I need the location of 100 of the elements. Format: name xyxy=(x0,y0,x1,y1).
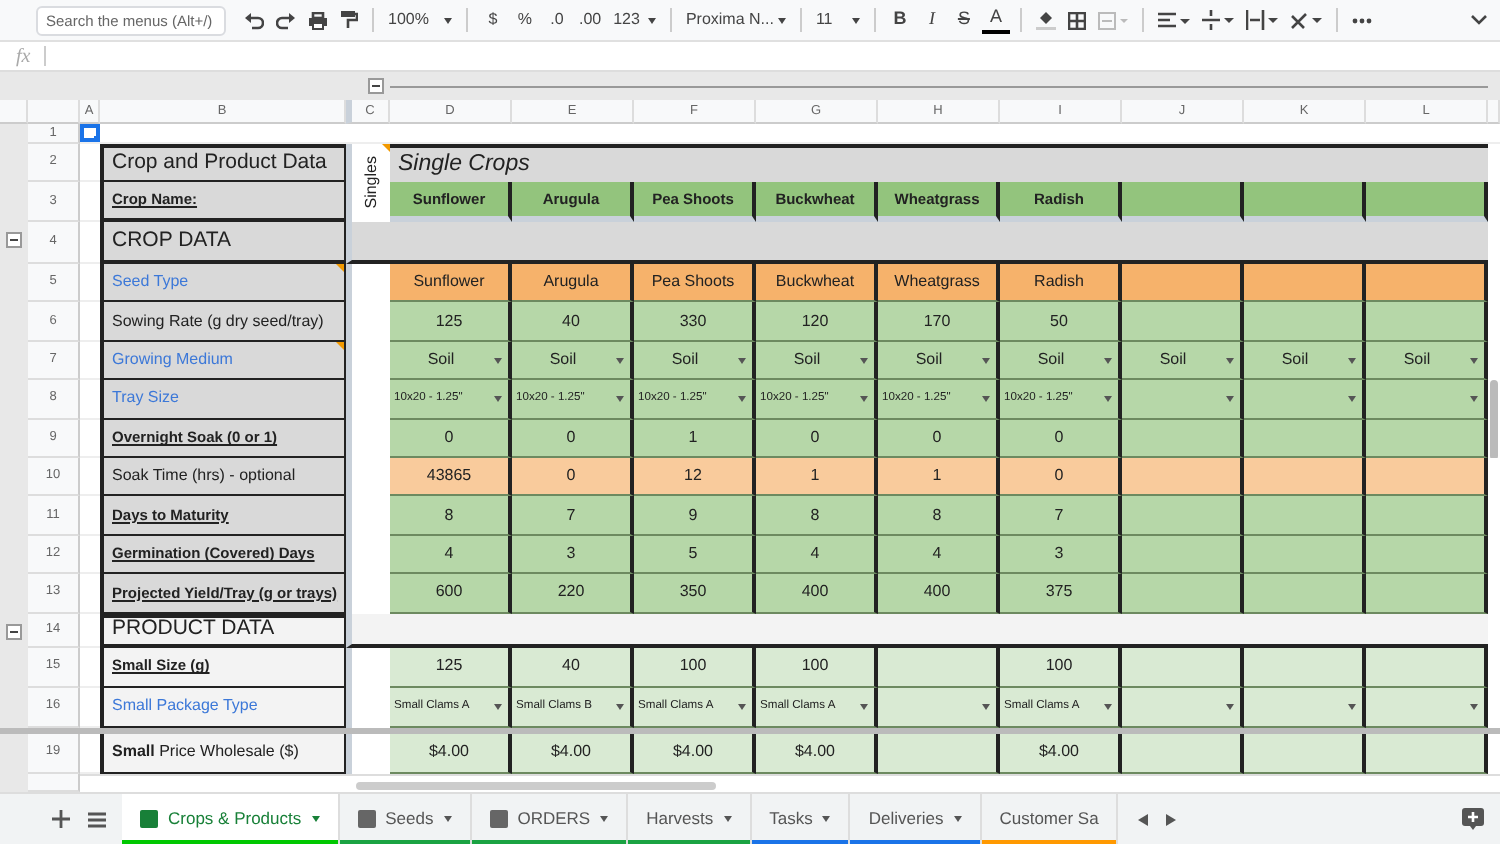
undo-icon[interactable] xyxy=(244,11,264,29)
vertical-align-icon[interactable] xyxy=(1201,10,1234,30)
more-icon[interactable] xyxy=(1351,17,1372,23)
dropdown-caret-icon[interactable] xyxy=(1470,357,1478,364)
caret-icon xyxy=(822,816,831,823)
font-dropdown[interactable]: Proxima N... xyxy=(681,5,790,35)
scrollbar-thumb[interactable] xyxy=(1490,379,1498,460)
dropdown-cell[interactable]: Soil xyxy=(756,341,878,381)
dropdown-cell[interactable]: Soil xyxy=(390,341,512,381)
dropdown-cell[interactable]: Soil xyxy=(512,341,634,381)
table-cell: 1 xyxy=(756,457,878,497)
table-cell: 12 xyxy=(634,457,756,497)
dropdown-caret-icon[interactable] xyxy=(1104,396,1112,403)
dropdown-caret-icon[interactable] xyxy=(1470,396,1478,403)
fill-color-icon[interactable] xyxy=(1035,10,1056,30)
dropdown-cell[interactable]: Soil xyxy=(634,341,756,381)
table-cell: 350 xyxy=(634,574,756,614)
horizontal-scrollbar-thumb[interactable] xyxy=(356,781,716,790)
explore-icon[interactable] xyxy=(1462,808,1484,831)
dropdown-caret-icon[interactable] xyxy=(1348,357,1356,364)
increase-decimals-button[interactable]: .00 xyxy=(574,5,606,35)
italic-button[interactable]: I xyxy=(917,5,946,35)
dropdown-cell[interactable] xyxy=(1122,687,1244,728)
sheet-tab[interactable]: ORDERS xyxy=(471,793,629,844)
borders-icon[interactable] xyxy=(1067,11,1086,29)
strikethrough-button[interactable]: S xyxy=(949,5,978,35)
collapse-group-icon[interactable] xyxy=(6,232,22,248)
all-sheets-icon[interactable] xyxy=(88,811,106,828)
print-icon[interactable] xyxy=(308,11,328,29)
collapse-group-icon[interactable] xyxy=(6,623,22,640)
dropdown-caret-icon[interactable] xyxy=(860,396,868,403)
dropdown-caret-icon[interactable] xyxy=(738,704,746,711)
dropdown-caret-icon[interactable] xyxy=(494,396,502,403)
add-sheet-icon[interactable] xyxy=(52,810,70,829)
text-wrap-icon[interactable] xyxy=(1245,10,1278,30)
table-cell: 3 xyxy=(1000,535,1122,575)
scroll-right-icon[interactable] xyxy=(1166,813,1177,826)
scroll-left-icon[interactable] xyxy=(1138,813,1149,826)
dropdown-caret-icon[interactable] xyxy=(1226,357,1234,364)
sheet-tab[interactable]: Harvests xyxy=(628,793,752,844)
table-cell: 8 xyxy=(878,496,1000,536)
dropdown-caret-icon[interactable] xyxy=(1348,704,1356,711)
redo-icon[interactable] xyxy=(276,11,296,29)
sheet-tab[interactable]: Seeds xyxy=(339,793,472,844)
dropdown-caret-icon[interactable] xyxy=(982,704,990,711)
dropdown-caret-icon[interactable] xyxy=(738,396,746,403)
text-color-button[interactable]: A xyxy=(981,7,1010,33)
dropdown-caret-icon[interactable] xyxy=(738,357,746,364)
dropdown-caret-icon[interactable] xyxy=(1104,357,1112,364)
dropdown-caret-icon[interactable] xyxy=(860,704,868,711)
dropdown-cell[interactable]: Soil xyxy=(1122,341,1244,381)
row-label: Soak Time (hrs) - optional xyxy=(100,457,346,497)
dropdown-cell[interactable] xyxy=(878,687,1000,728)
sheet-tab[interactable]: Deliveries xyxy=(850,793,982,844)
collapse-group-icon[interactable] xyxy=(368,78,384,94)
align-left-icon[interactable] xyxy=(1157,11,1190,29)
dropdown-cell[interactable]: Soil xyxy=(1244,341,1366,381)
dropdown-caret-icon[interactable] xyxy=(860,357,868,364)
sheet-tab[interactable]: Tasks xyxy=(751,793,851,844)
row-label: Growing Medium xyxy=(100,341,346,381)
dropdown-caret-icon[interactable] xyxy=(1226,396,1234,403)
percent-button[interactable]: % xyxy=(510,5,539,35)
dropdown-cell[interactable] xyxy=(1366,687,1488,728)
table-cell: 220 xyxy=(512,574,634,614)
dropdown-caret-icon[interactable] xyxy=(1348,396,1356,403)
paint-format-icon[interactable] xyxy=(340,10,358,30)
dropdown-caret-icon[interactable] xyxy=(616,357,624,364)
table-cell: 1 xyxy=(634,419,756,458)
decrease-decimals-button[interactable]: .0 xyxy=(542,5,571,35)
dropdown-cell[interactable]: Soil xyxy=(1000,341,1122,381)
table-cell: 100 xyxy=(756,647,878,688)
currency-button[interactable]: $ xyxy=(478,5,507,35)
dropdown-caret-icon[interactable] xyxy=(1104,704,1112,711)
dropdown-cell[interactable] xyxy=(1366,380,1488,420)
dropdown-caret-icon[interactable] xyxy=(982,396,990,403)
table-cell: $4.00 xyxy=(634,733,756,774)
table-cell: 125 xyxy=(390,647,512,688)
bold-button[interactable]: B xyxy=(885,5,914,35)
dropdown-caret-icon[interactable] xyxy=(982,357,990,364)
number-format-dropdown[interactable]: 123 xyxy=(609,5,660,35)
zoom-dropdown[interactable]: 100% xyxy=(384,5,457,35)
dropdown-caret-icon[interactable] xyxy=(616,704,624,711)
chevron-down-icon[interactable] xyxy=(1470,14,1488,26)
dropdown-cell[interactable] xyxy=(1244,687,1366,728)
table-cell: 7 xyxy=(1000,496,1122,536)
dropdown-caret-icon[interactable] xyxy=(1470,704,1478,711)
dropdown-caret-icon[interactable] xyxy=(494,357,502,364)
dropdown-caret-icon[interactable] xyxy=(1226,704,1234,711)
table-cell: $4.00 xyxy=(756,733,878,774)
dropdown-caret-icon[interactable] xyxy=(494,704,502,711)
dropdown-cell[interactable] xyxy=(1244,380,1366,420)
font-size-dropdown[interactable]: 11 xyxy=(811,5,864,35)
merge-cells-icon[interactable] xyxy=(1097,11,1128,29)
sheet-tab[interactable]: Crops & Products xyxy=(122,793,340,844)
sheet-tab[interactable]: Customer Sa xyxy=(981,793,1119,844)
dropdown-cell[interactable]: Soil xyxy=(1366,341,1488,381)
dropdown-cell[interactable]: Soil xyxy=(878,341,1000,381)
dropdown-caret-icon[interactable] xyxy=(616,396,624,403)
dropdown-cell[interactable] xyxy=(1122,380,1244,420)
table-cell: 8 xyxy=(390,496,512,536)
